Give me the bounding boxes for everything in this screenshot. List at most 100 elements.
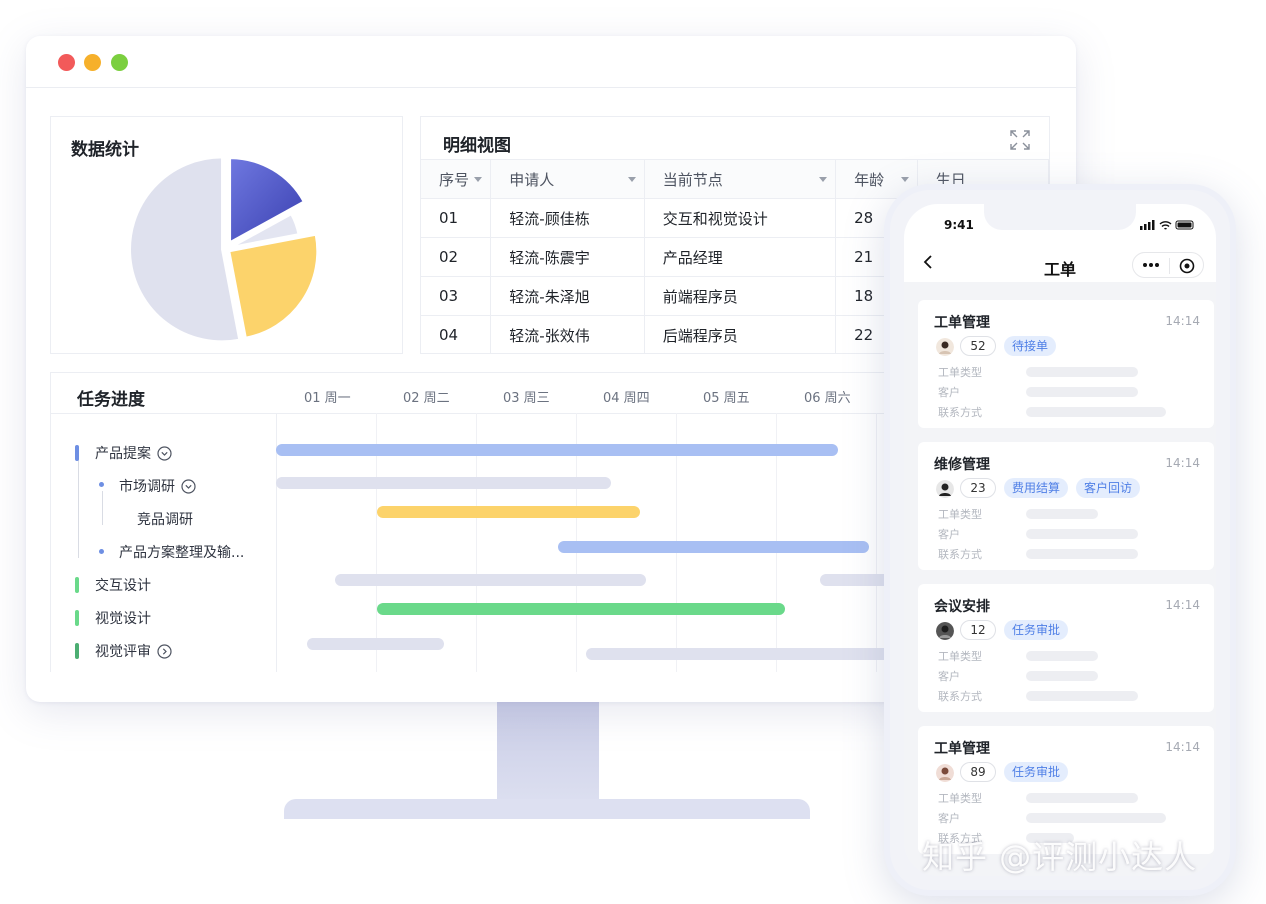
pie-chart bbox=[129, 156, 319, 343]
table-cell: 交互和视觉设计 bbox=[644, 198, 837, 238]
table-cell: 01 bbox=[421, 198, 492, 238]
task-bullet bbox=[99, 482, 104, 487]
sort-caret-icon[interactable] bbox=[627, 177, 636, 182]
task-label: 视觉评审 bbox=[95, 644, 151, 660]
stats-panel: 数据统计 bbox=[50, 116, 403, 354]
gantt-bar[interactable] bbox=[586, 648, 906, 660]
phone-notch bbox=[984, 204, 1136, 230]
gantt-grid-line bbox=[876, 413, 877, 672]
task-item-competitor-research[interactable]: 竞品调研 bbox=[137, 509, 193, 529]
gantt-bar[interactable] bbox=[377, 603, 785, 615]
field-label: 工单类型 bbox=[938, 508, 982, 521]
field-placeholder bbox=[1026, 387, 1138, 397]
sort-caret-icon[interactable] bbox=[474, 177, 483, 182]
watermark: 知乎 @评测小达人 bbox=[922, 838, 1198, 876]
status-tag[interactable]: 费用结算 bbox=[1004, 478, 1069, 498]
maximize-window-button[interactable] bbox=[111, 54, 128, 71]
status-tag[interactable]: 任务审批 bbox=[1004, 620, 1069, 640]
sort-caret-icon[interactable] bbox=[819, 177, 828, 182]
card-time: 14:14 bbox=[1165, 598, 1200, 612]
sort-caret-icon[interactable] bbox=[900, 177, 909, 182]
chevron-right-icon[interactable] bbox=[157, 643, 172, 659]
expand-icon[interactable] bbox=[1009, 129, 1031, 151]
field-label: 工单类型 bbox=[938, 792, 982, 805]
gantt-bar[interactable] bbox=[377, 506, 640, 518]
mobile-screen: 9:41 工单 工单管理 14:14 52 待接单 工单类型 客户 联系方式 维… bbox=[904, 204, 1216, 876]
close-target-icon[interactable] bbox=[1179, 258, 1195, 274]
field-label: 联系方式 bbox=[938, 406, 982, 419]
task-item-visual-design[interactable]: 视觉设计 bbox=[95, 608, 151, 628]
column-header-label: 序号 bbox=[439, 170, 470, 189]
gantt-bar[interactable] bbox=[558, 541, 869, 553]
field-label: 客户 bbox=[938, 386, 960, 399]
task-color-mark bbox=[75, 445, 79, 461]
gantt-day-label: 01 周一 bbox=[304, 391, 351, 406]
task-color-mark bbox=[75, 643, 79, 659]
card-title: 会议安排 bbox=[934, 599, 990, 615]
chevron-down-icon[interactable] bbox=[157, 445, 172, 461]
detail-title: 明细视图 bbox=[443, 136, 511, 156]
task-color-mark bbox=[75, 610, 79, 626]
close-window-button[interactable] bbox=[58, 54, 75, 71]
card-time: 14:14 bbox=[1165, 456, 1200, 470]
table-cell: 轻流-张效伟 bbox=[490, 315, 645, 353]
minimize-window-button[interactable] bbox=[84, 54, 101, 71]
field-label: 联系方式 bbox=[938, 548, 982, 561]
gantt-day-label: 04 周四 bbox=[603, 391, 650, 406]
gantt-bar[interactable] bbox=[276, 477, 611, 489]
status-tag[interactable]: 任务审批 bbox=[1004, 762, 1069, 782]
column-header-applicant[interactable]: 申请人 bbox=[490, 159, 645, 199]
field-placeholder bbox=[1026, 367, 1138, 377]
card-time: 14:14 bbox=[1165, 314, 1200, 328]
status-tag[interactable]: 客户回访 bbox=[1076, 478, 1141, 498]
gantt-bar[interactable] bbox=[335, 574, 646, 586]
avatar bbox=[936, 622, 954, 640]
order-count-badge: 89 bbox=[960, 762, 996, 782]
field-label: 工单类型 bbox=[938, 650, 982, 663]
pie-slice[interactable] bbox=[129, 156, 241, 343]
task-item-market-research[interactable]: 市场调研 bbox=[119, 476, 196, 496]
field-placeholder bbox=[1026, 671, 1098, 681]
order-count-badge: 52 bbox=[960, 336, 996, 356]
field-placeholder bbox=[1026, 691, 1138, 701]
gantt-bar[interactable] bbox=[307, 638, 444, 650]
field-label: 客户 bbox=[938, 812, 960, 825]
field-placeholder bbox=[1026, 651, 1098, 661]
gantt-day-label: 06 周六 bbox=[804, 391, 851, 406]
task-item-visual-review[interactable]: 视觉评审 bbox=[95, 641, 172, 661]
field-label: 工单类型 bbox=[938, 366, 982, 379]
mobile-device: 9:41 工单 工单管理 14:14 52 待接单 工单类型 客户 联系方式 维… bbox=[884, 184, 1236, 896]
tree-connector bbox=[102, 491, 103, 525]
card-title: 维修管理 bbox=[934, 457, 990, 473]
column-header-label: 年龄 bbox=[854, 170, 885, 189]
column-header-node[interactable]: 当前节点 bbox=[644, 159, 837, 199]
work-order-card[interactable]: 维修管理 14:14 23 费用结算 客户回访 工单类型 客户 联系方式 bbox=[918, 442, 1214, 570]
column-header-label: 当前节点 bbox=[662, 170, 723, 189]
task-item-product-plan[interactable]: 产品方案整理及输... bbox=[119, 542, 244, 562]
capsule-divider bbox=[1169, 258, 1170, 274]
mobile-header: 9:41 工单 bbox=[904, 204, 1216, 282]
task-item-product-proposal[interactable]: 产品提案 bbox=[95, 443, 172, 463]
chevron-down-icon[interactable] bbox=[181, 478, 196, 494]
field-label: 联系方式 bbox=[938, 690, 982, 703]
task-label: 市场调研 bbox=[119, 479, 175, 495]
more-options-icon[interactable] bbox=[1142, 261, 1160, 269]
status-bar-icons bbox=[1140, 220, 1194, 230]
gantt-title: 任务进度 bbox=[77, 390, 145, 410]
gantt-bar[interactable] bbox=[276, 444, 838, 456]
field-placeholder bbox=[1026, 813, 1166, 823]
task-bullet bbox=[99, 549, 104, 554]
monitor-stand-base bbox=[284, 799, 810, 819]
tree-connector bbox=[78, 459, 79, 558]
task-item-interaction-design[interactable]: 交互设计 bbox=[95, 575, 151, 595]
mini-program-capsule bbox=[1132, 252, 1204, 278]
work-order-card[interactable]: 会议安排 14:14 12 任务审批 工单类型 客户 联系方式 bbox=[918, 584, 1214, 712]
pie-slice[interactable] bbox=[228, 233, 319, 339]
avatar bbox=[936, 764, 954, 782]
work-order-card[interactable]: 工单管理 14:14 52 待接单 工单类型 客户 联系方式 bbox=[918, 300, 1214, 428]
window-titlebar bbox=[26, 36, 1076, 88]
table-cell: 前端程序员 bbox=[644, 276, 837, 316]
status-tag[interactable]: 待接单 bbox=[1004, 336, 1057, 356]
table-cell: 04 bbox=[421, 315, 492, 353]
column-header-index[interactable]: 序号 bbox=[421, 159, 492, 199]
